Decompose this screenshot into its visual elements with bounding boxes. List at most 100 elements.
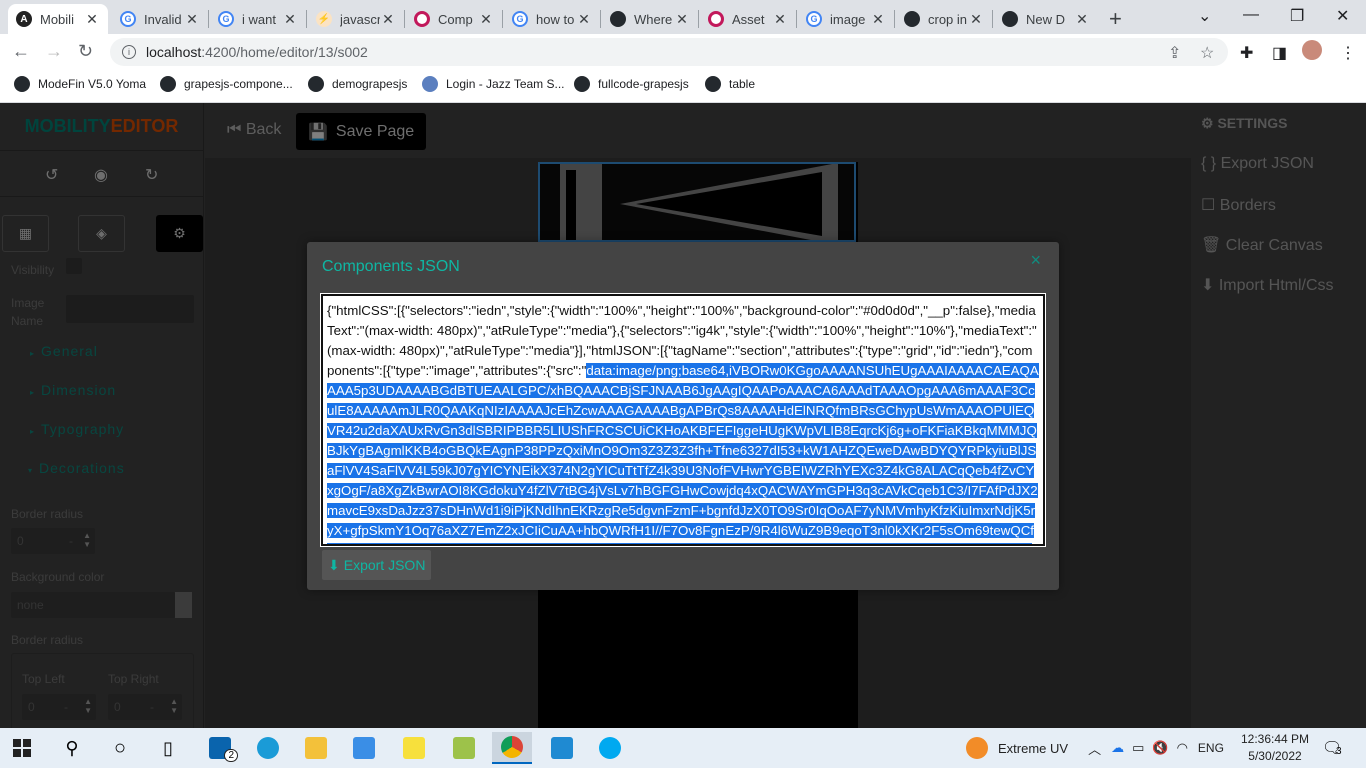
star-icon[interactable]: ☆ [1200, 43, 1214, 63]
chrome-icon[interactable] [492, 732, 532, 764]
tab-invalid[interactable]: G Invalid ✕ [112, 4, 208, 34]
close-icon[interactable]: ✕ [380, 11, 396, 28]
close-icon[interactable]: ✕ [282, 11, 298, 28]
tab-title: Asset [732, 11, 765, 27]
bookmark-label: Login - Jazz Team S... [446, 77, 565, 91]
skype-icon[interactable] [590, 732, 630, 764]
bookmark-item[interactable]: ModeFin V5.0 Yoma [14, 76, 146, 92]
maximize-button[interactable]: ❐ [1290, 6, 1304, 26]
google-icon: G [806, 11, 822, 27]
tab-divider [600, 10, 601, 28]
notification-icon[interactable]: 🗨 3 [1322, 738, 1342, 758]
forward-arrow-icon[interactable]: → [45, 41, 63, 62]
onedrive-icon[interactable]: ☁ [1111, 740, 1124, 756]
tab-new-d[interactable]: New D ✕ [994, 4, 1098, 34]
windows-logo [13, 739, 31, 757]
close-icon[interactable]: ✕ [84, 11, 100, 28]
bookmark-item[interactable]: demograpesjs [308, 76, 407, 92]
export-json-button[interactable]: ⬇ Export JSON [322, 550, 432, 580]
bookmark-item[interactable]: fullcode-grapesjs [574, 76, 689, 92]
close-icon[interactable]: ✕ [772, 11, 788, 28]
close-icon[interactable]: ✕ [674, 11, 690, 28]
close-icon[interactable]: ✕ [478, 11, 494, 28]
sidepanel-icon[interactable]: ◨ [1272, 43, 1287, 63]
profile-avatar[interactable] [1302, 40, 1322, 60]
store-icon[interactable] [344, 732, 384, 764]
tab-image[interactable]: G image ✕ [798, 4, 894, 34]
close-icon[interactable]: ✕ [576, 11, 592, 28]
bookmark-item[interactable]: grapesjs-compone... [160, 76, 293, 92]
tab-asset[interactable]: Asset ✕ [700, 4, 796, 34]
info-icon[interactable]: i [122, 45, 136, 59]
tab-title: Where [634, 11, 673, 27]
tab-divider [404, 10, 405, 28]
tab-how-to[interactable]: G how to ✕ [504, 4, 600, 34]
tab-i-want[interactable]: G i want ✕ [210, 4, 306, 34]
tab-divider [306, 10, 307, 28]
pink-icon [414, 11, 430, 27]
tab-crop-in[interactable]: crop in ✕ [896, 4, 992, 34]
edge-icon[interactable] [248, 732, 288, 764]
reload-icon[interactable]: ↻ [78, 41, 93, 62]
language-indicator[interactable]: ENG [1198, 741, 1224, 755]
tab-divider [796, 10, 797, 28]
close-icon[interactable]: ✕ [1074, 11, 1090, 28]
back-arrow-icon[interactable]: ← [12, 41, 30, 62]
tab-where[interactable]: Where ✕ [602, 4, 698, 34]
json-textarea[interactable]: {"htmlCSS":[{"selectors":"iedn","style":… [320, 293, 1046, 547]
google-icon: G [218, 11, 234, 27]
mail-icon[interactable]: 2 [200, 732, 240, 764]
clock[interactable]: 12:36:44 PM 5/30/2022 [1240, 731, 1310, 765]
vscode-icon[interactable] [542, 732, 582, 764]
google-icon: G [512, 11, 528, 27]
download-icon: ⬇ [328, 556, 340, 573]
tab-divider [992, 10, 993, 28]
menu-icon[interactable]: ⋮ [1340, 43, 1356, 63]
extensions-icon[interactable]: ✚ [1240, 43, 1253, 63]
tab-comp[interactable]: Comp ✕ [406, 4, 502, 34]
app-icon[interactable] [444, 732, 484, 764]
address-bar[interactable]: i localhost:4200/home/editor/13/s002 [110, 38, 1228, 66]
pink-icon [708, 11, 724, 27]
start-icon[interactable] [2, 732, 42, 764]
globe-icon [14, 76, 30, 92]
weather-text[interactable]: Extreme UV [998, 741, 1068, 756]
bookmark-label: table [729, 77, 756, 91]
close-icon[interactable]: ✕ [184, 11, 200, 28]
tab-title: how to [536, 11, 575, 27]
close-icon[interactable]: × [1030, 250, 1041, 271]
browser-tabstrip: A Mobili ✕ G Invalid ✕ G i want ✕ ⚡ java… [0, 0, 1366, 34]
bookmark-item[interactable]: table [705, 76, 755, 92]
tab-mobility[interactable]: A Mobili ✕ [8, 4, 108, 34]
window-close-button[interactable]: ✕ [1336, 6, 1349, 26]
bookmark-item[interactable]: Login - Jazz Team S... [422, 76, 565, 92]
modal-backdrop[interactable]: Components JSON × {"htmlCSS":[{"selector… [0, 103, 1366, 728]
tab-title: crop in [928, 11, 968, 27]
search-icon[interactable]: ⚲ [52, 732, 92, 764]
tab-javascript[interactable]: ⚡ javascr ✕ [308, 4, 404, 34]
tab-title: Comp [438, 11, 473, 27]
taskview-icon[interactable]: ▯ [148, 732, 188, 764]
json-selected-text: data:image/png;base64,iVBORw0KGgoAAAANSU… [327, 363, 1039, 544]
github-icon [160, 76, 176, 92]
export-json-label: Export JSON [343, 557, 426, 573]
bookmark-label: grapesjs-compone... [184, 77, 293, 91]
notes-icon[interactable] [394, 732, 434, 764]
close-icon[interactable]: ✕ [870, 11, 886, 28]
google-icon: G [120, 11, 136, 27]
new-tab-button[interactable]: + [1109, 6, 1122, 32]
close-icon[interactable]: ✕ [968, 11, 984, 28]
explorer-icon[interactable] [296, 732, 336, 764]
minimize-button[interactable]: — [1243, 6, 1259, 24]
editor-app: MOBILITYEDITOR ↺ ◉ ↻ ▦ ◈ ⚙ Visibility Im… [0, 103, 1366, 728]
battery-icon[interactable]: ▭ [1132, 740, 1144, 756]
chevron-up-icon[interactable]: ︿ [1088, 739, 1101, 758]
share-icon[interactable]: ⇪ [1168, 43, 1181, 63]
wifi-icon[interactable]: ◠ [1177, 740, 1188, 756]
tab-search-icon[interactable]: ⌄ [1198, 6, 1211, 26]
weather-icon[interactable] [966, 737, 988, 759]
github-icon [574, 76, 590, 92]
volume-icon[interactable]: 🔇 [1152, 740, 1168, 756]
modal-title: Components JSON [322, 258, 460, 275]
cortana-icon[interactable]: ○ [100, 732, 140, 764]
